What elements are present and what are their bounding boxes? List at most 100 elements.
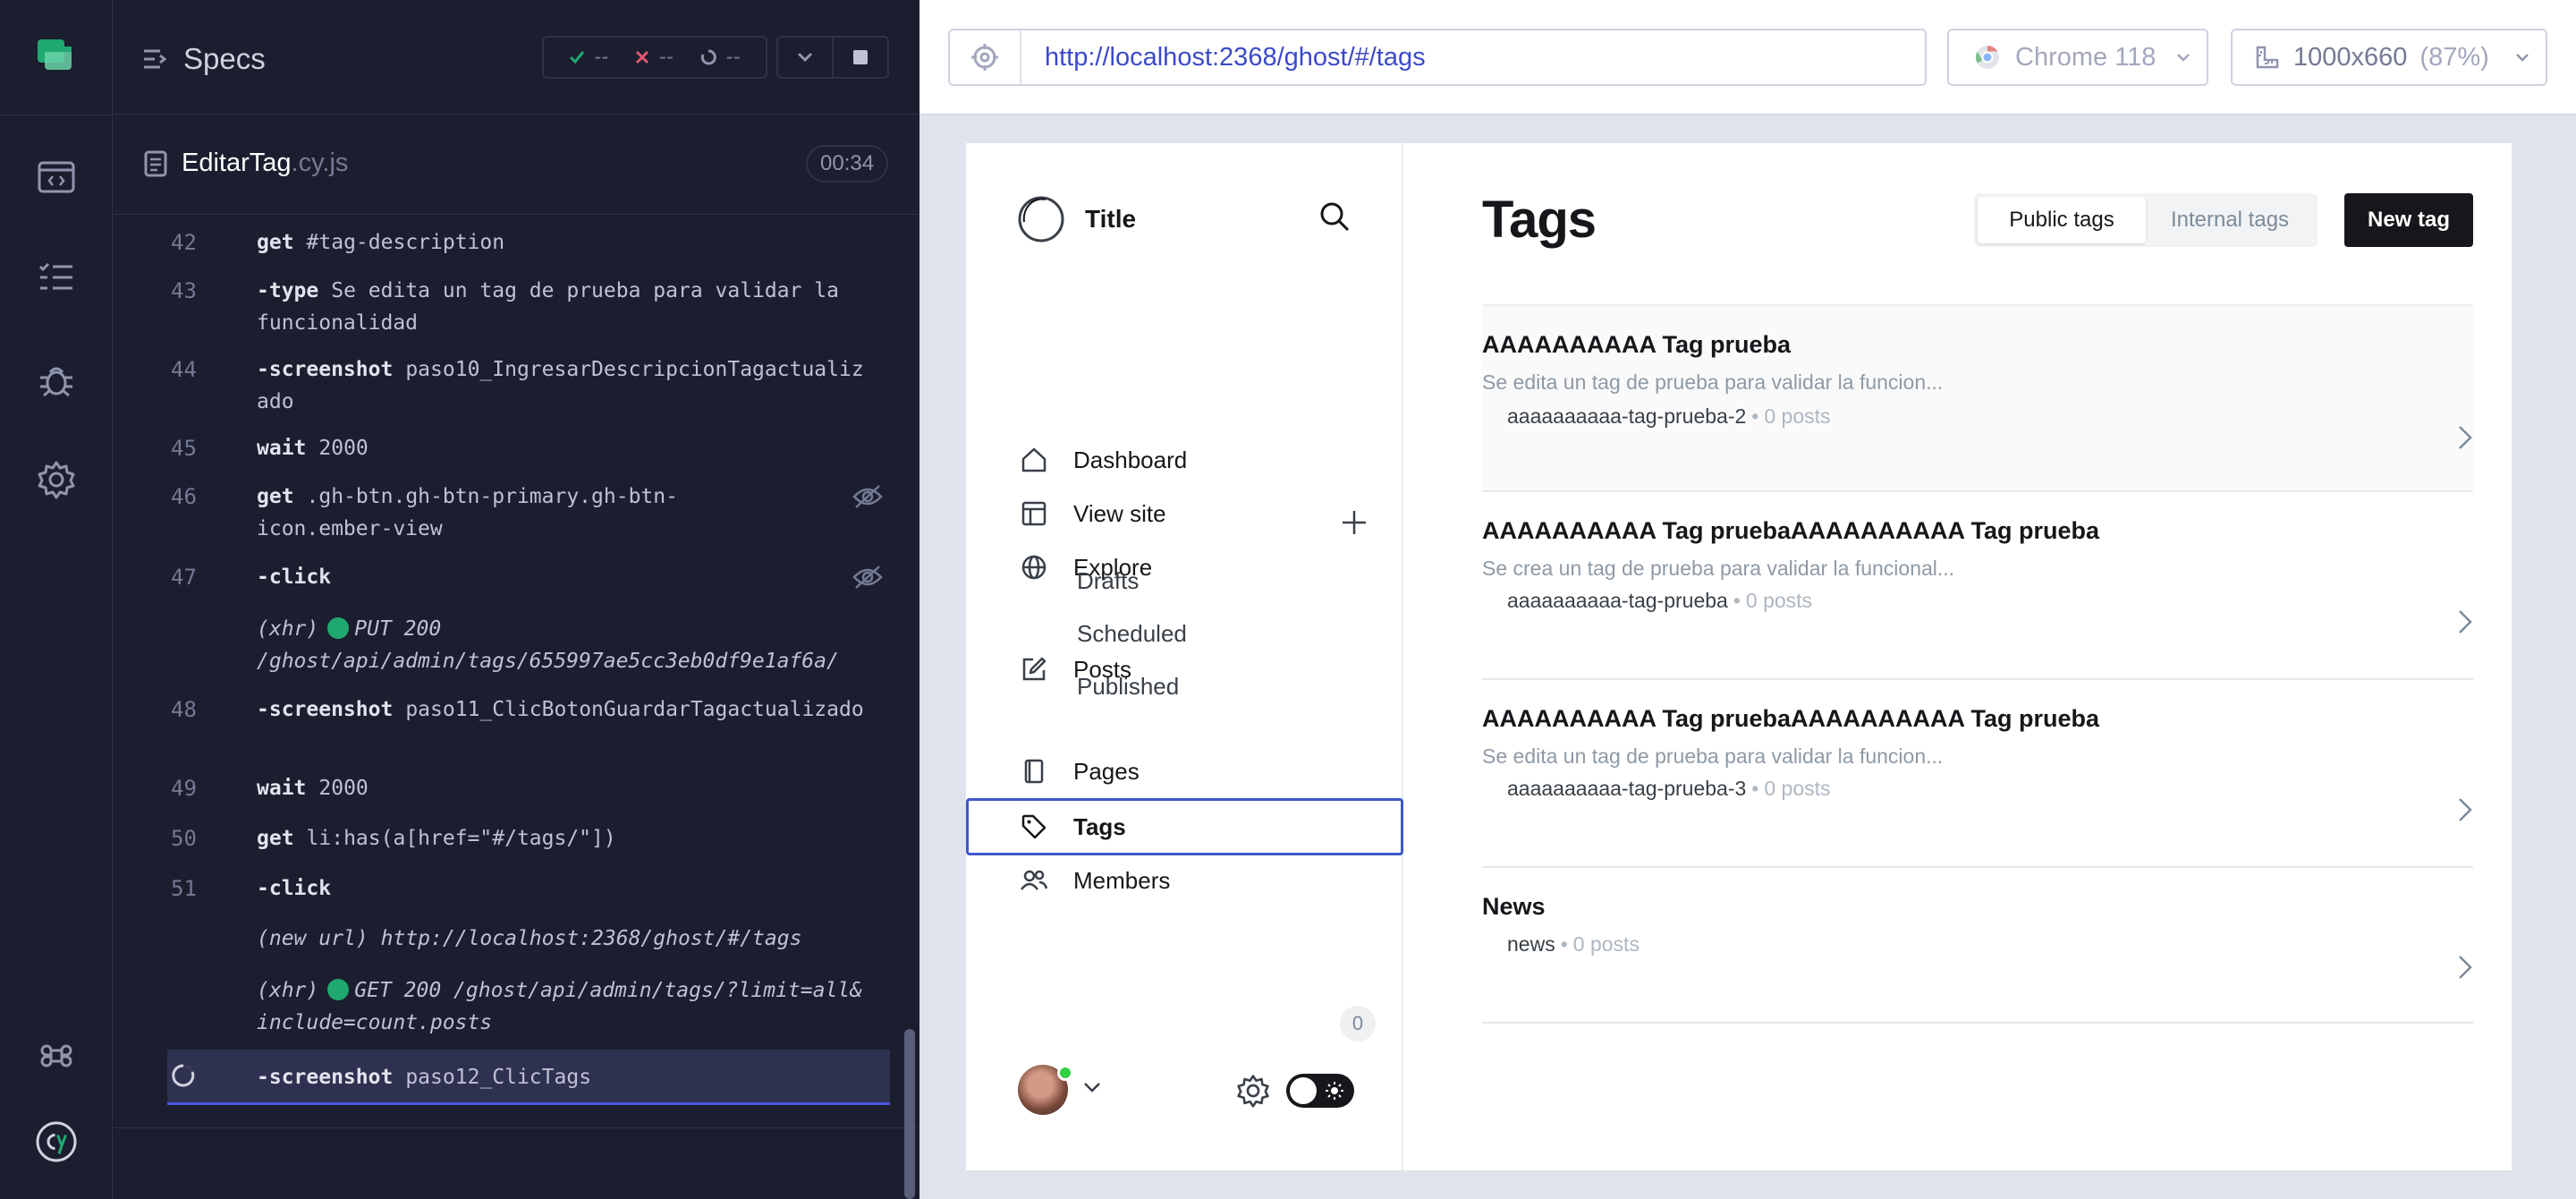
debug-bug-icon[interactable]: [35, 358, 78, 401]
chevron-down-icon: [2177, 54, 2190, 62]
nav-scheduled[interactable]: Scheduled: [1077, 620, 1187, 648]
command-row[interactable]: 43 -type Se edita un tag de prueba para v…: [167, 275, 890, 339]
eye-slash-icon[interactable]: [852, 484, 883, 519]
chevron-right-icon: [2457, 424, 2473, 455]
dark-mode-toggle[interactable]: [1286, 1074, 1354, 1108]
cypress-logo-icon[interactable]: [35, 1120, 78, 1163]
ghost-admin: Title Dashboard View site Explore Posts: [966, 143, 2512, 1170]
toggle-knob: [1290, 1077, 1317, 1104]
eye-slash-icon[interactable]: [852, 565, 883, 600]
browser-name: Chrome 118: [2015, 42, 2157, 72]
site-brand[interactable]: Title: [1017, 195, 1136, 243]
public-tags-tab[interactable]: Public tags: [1978, 197, 2146, 243]
url-text: http://localhost:2368/ghost/#/tags: [1045, 43, 1426, 72]
command-row[interactable]: 49 wait 2000: [167, 772, 890, 804]
nav-posts[interactable]: Posts: [1020, 644, 1377, 694]
command-row[interactable]: 51 -click: [167, 872, 890, 905]
tag-name: AAAAAAAAAA Tag prueba: [1482, 331, 1792, 358]
tag-list-item[interactable]: AAAAAAAAAA Tag pruebaAAAAAAAAAA Tag prue…: [1482, 492, 2473, 680]
collapse-chevron-icon[interactable]: [778, 38, 834, 77]
browser-selector[interactable]: Chrome 118: [1947, 29, 2208, 86]
command-row[interactable]: 46 get .gh-btn.gh-btn-primary.gh-btn-icon…: [167, 480, 890, 545]
nav-tags[interactable]: Tags: [1020, 802, 1377, 852]
home-icon: [1020, 446, 1048, 474]
new-post-plus-icon[interactable]: [1340, 508, 1368, 541]
command-row[interactable]: 50 get li:has(a[href="#/tags/"]): [167, 822, 890, 855]
members-count-badge: 0: [1340, 1006, 1376, 1042]
tag-meta: aaaaaaaaaa-tag-prueba-2 • 0 posts: [1507, 404, 1831, 428]
tag-list-item[interactable]: AAAAAAAAAA Tag prueba Se edita un tag de…: [1482, 304, 2473, 492]
cypress-sidebar: [0, 0, 113, 1199]
chevron-right-icon: [2457, 954, 2473, 985]
specs-label: Specs: [183, 42, 266, 75]
command-row[interactable]: 42 get #tag-description: [167, 226, 890, 259]
viewport-selector[interactable]: 1000x660 (87%): [2231, 29, 2547, 86]
running-spinner-icon: [171, 1063, 216, 1097]
chevron-right-icon: [2457, 608, 2473, 640]
settings-gear-icon[interactable]: [35, 458, 78, 501]
nav-view-site[interactable]: View site: [1020, 489, 1377, 539]
chevron-down-icon[interactable]: [1082, 1081, 1102, 1098]
page-title: Tags: [1482, 191, 1597, 249]
new-tag-button[interactable]: New tag: [2344, 193, 2473, 247]
chevron-right-icon: [2457, 796, 2473, 828]
reporter-panel: Specs -- -- -- EditarTag.cy.js 00:34 42 …: [114, 0, 919, 1199]
command-row[interactable]: 47 -click: [167, 561, 890, 593]
runs-icon[interactable]: [35, 156, 78, 199]
command-row[interactable]: 44 -screenshot paso10_IngresarDescripcion…: [167, 353, 890, 418]
spec-timer: 00:34: [806, 145, 889, 183]
online-status-dot: [1057, 1065, 1073, 1081]
tag-description: Se edita un tag de prueba para validar l…: [1482, 744, 1944, 768]
settings-gear-icon[interactable]: [1236, 1074, 1270, 1112]
tag-meta: aaaaaaaaaa-tag-prueba-3 • 0 posts: [1507, 777, 1831, 800]
xhr-success-dot: [327, 979, 350, 1000]
command-log: 42 get #tag-description 43 -type Se edita …: [114, 216, 919, 1128]
command-row-active[interactable]: -screenshot paso12_ClicTags: [167, 1061, 890, 1093]
spec-file-row[interactable]: EditarTag.cy.js 00:34: [114, 115, 919, 215]
layout-icon: [1020, 499, 1048, 528]
app-logo-icon[interactable]: [34, 36, 77, 77]
xhr-success-dot: [327, 617, 350, 639]
pages-icon: [1020, 757, 1048, 786]
url-bar[interactable]: http://localhost:2368/ghost/#/tags: [948, 29, 1927, 86]
tag-list-item[interactable]: AAAAAAAAAA Tag pruebaAAAAAAAAAA Tag prue…: [1482, 680, 2473, 868]
spec-ext: .cy.js: [291, 149, 349, 177]
chevron-down-icon: [2516, 54, 2529, 62]
tag-name: AAAAAAAAAA Tag pruebaAAAAAAAAAA Tag prue…: [1482, 705, 2100, 732]
specs-list-icon[interactable]: [35, 256, 78, 299]
app-under-test: http://localhost:2368/ghost/#/tags Chrom…: [919, 0, 2576, 1199]
xhr-log-row[interactable]: (xhr) GET 200 /ghost/api/admin/tags/?limi…: [167, 974, 890, 1039]
nav-explore[interactable]: Explore: [1020, 542, 1377, 592]
nav-members[interactable]: Members: [1020, 855, 1377, 906]
failed-stat: --: [634, 45, 674, 70]
pending-spinner-icon: [700, 49, 716, 65]
reporter-header: Specs -- -- --: [114, 0, 919, 115]
internal-tags-tab[interactable]: Internal tags: [2146, 197, 2314, 243]
new-url-log-row[interactable]: (new url) http://localhost:2368/ghost/#/t…: [167, 923, 890, 955]
selector-playground-icon[interactable]: [950, 30, 1021, 84]
specs-toggle[interactable]: Specs: [142, 39, 266, 79]
command-log-scrollbar[interactable]: [904, 1029, 915, 1199]
nav-pages[interactable]: Pages: [1020, 746, 1377, 796]
passed-stat: --: [569, 45, 608, 70]
nav-published[interactable]: Published: [1077, 673, 1179, 701]
globe-icon: [1020, 553, 1048, 582]
nav-dashboard[interactable]: Dashboard: [1020, 435, 1377, 485]
nav-drafts[interactable]: Drafts: [1077, 567, 1139, 595]
members-icon: [1020, 866, 1048, 895]
tag-meta: aaaaaaaaaa-tag-prueba • 0 posts: [1507, 589, 1813, 612]
check-icon: [570, 51, 585, 64]
search-icon[interactable]: [1318, 200, 1351, 237]
xhr-log-row[interactable]: (xhr) PUT 200 /ghost/api/admin/tags/65599…: [167, 613, 890, 677]
tag-description: Se crea un tag de prueba para validar la…: [1482, 557, 1955, 580]
tag-list-item[interactable]: News news • 0 posts: [1482, 868, 2473, 1024]
keyboard-shortcuts-icon[interactable]: [35, 1034, 78, 1077]
command-row[interactable]: 48 -screenshot paso11_ClicBotonGuardarTag…: [167, 693, 890, 758]
stop-icon[interactable]: [834, 38, 887, 77]
ruler-icon: [2256, 46, 2279, 69]
site-logo-icon: [1018, 196, 1064, 242]
tag-name: AAAAAAAAAA Tag pruebaAAAAAAAAAA Tag prue…: [1482, 517, 2100, 544]
x-icon: [635, 50, 649, 64]
test-stats: -- -- --: [542, 36, 767, 79]
command-row[interactable]: 45 wait 2000: [167, 432, 890, 464]
